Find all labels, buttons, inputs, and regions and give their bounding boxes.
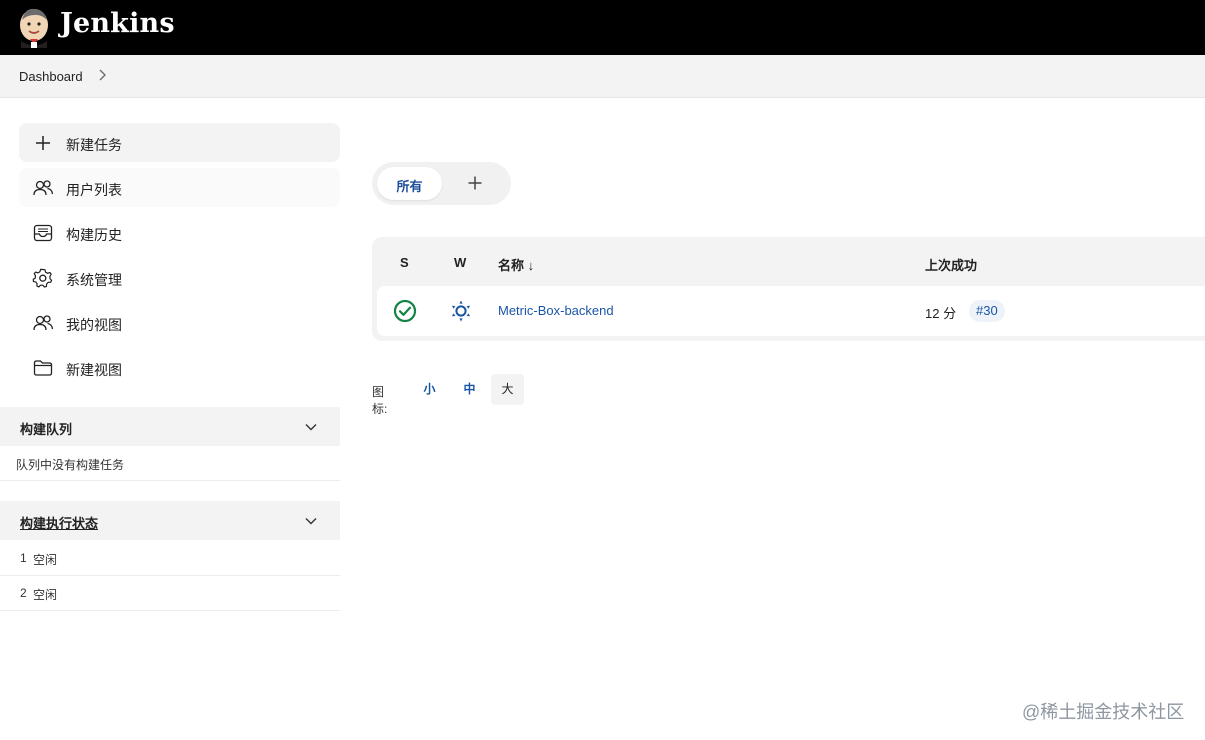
build-queue-header[interactable]: 构建队列 [0,407,340,446]
executor-number: 1 [20,551,27,565]
jenkins-butler-icon[interactable] [17,6,51,48]
folder-icon [33,360,53,376]
sidebar-item-label: 新建任务 [66,137,122,153]
gear-icon [32,268,53,288]
job-name-link[interactable]: Metric-Box-backend [498,303,614,318]
executor-state: 空闲 [33,553,58,567]
chevron-right-icon[interactable] [97,68,107,82]
executor-row: 1 空闲 [0,541,340,576]
top-header: Jenkins [0,0,1205,55]
column-header-weather[interactable]: W [454,255,466,270]
column-header-status[interactable]: S [400,255,409,270]
executor-number: 2 [20,586,27,600]
executor-row: 2 空闲 [0,576,340,611]
column-header-last-success[interactable]: 上次成功 [925,255,977,274]
tab-all-label: 所有 [396,179,423,194]
icon-size-medium[interactable]: 中 [453,374,486,405]
icon-size-label: 图标: [372,385,388,416]
icon-size-large[interactable]: 大 [491,374,524,405]
watermark: @稀土掘金技术社区 [1022,702,1185,722]
table-row: Metric-Box-backend 12 分 #30 [377,286,1205,336]
sidebar-item-new-view[interactable]: 新建视图 [19,348,340,387]
last-success-time: 12 分 [925,306,957,321]
sidebar-item-label: 构建历史 [66,227,122,243]
sidebar-item-build-history[interactable]: 构建历史 [19,213,340,252]
chevron-down-icon[interactable] [304,514,318,528]
sidebar-tasks: 新建任务 用户列表 构建历史 系统管理 我的视图 新建视图 [19,123,340,393]
brand-title[interactable]: Jenkins [60,8,175,39]
people-icon [33,180,54,196]
sidebar-item-label: 用户列表 [66,182,122,198]
people-icon [33,315,54,331]
build-queue-title: 构建队列 [20,422,73,437]
breadcrumb-dashboard[interactable]: Dashboard [19,69,83,84]
sidebar-item-new-job[interactable]: 新建任务 [19,123,340,162]
plus-icon[interactable] [466,174,484,192]
jobs-table: S W 名称 ↓ 上次成功 Metric-Box-backend 12 分 #3… [372,237,1205,341]
build-number-link[interactable]: #30 [969,300,1005,322]
sidebar-item-label: 新建视图 [66,362,122,378]
executor-state: 空闲 [33,588,58,602]
breadcrumb: Dashboard [0,55,1205,98]
check-circle-icon[interactable] [393,299,417,323]
plus-icon [36,136,50,150]
tab-all[interactable]: 所有 [377,167,442,200]
view-tabs: 所有 [372,162,511,205]
build-queue-empty-text: 队列中没有构建任务 [16,458,125,472]
sunny-icon[interactable] [449,299,473,323]
sidebar-item-label: 我的视图 [66,317,122,333]
column-header-name[interactable]: 名称 ↓ [498,255,534,274]
executors-title[interactable]: 构建执行状态 [20,513,98,532]
sidebar-item-manage[interactable]: 系统管理 [19,258,340,297]
build-queue-empty: 队列中没有构建任务 [0,446,340,481]
sidebar-item-users[interactable]: 用户列表 [19,168,340,207]
chevron-down-icon[interactable] [304,420,318,434]
icon-size-small[interactable]: 小 [413,374,446,405]
inbox-icon [33,224,53,242]
executors-header[interactable]: 构建执行状态 [0,501,340,540]
sidebar-item-label: 系统管理 [66,272,122,288]
sidebar-item-my-views[interactable]: 我的视图 [19,303,340,342]
